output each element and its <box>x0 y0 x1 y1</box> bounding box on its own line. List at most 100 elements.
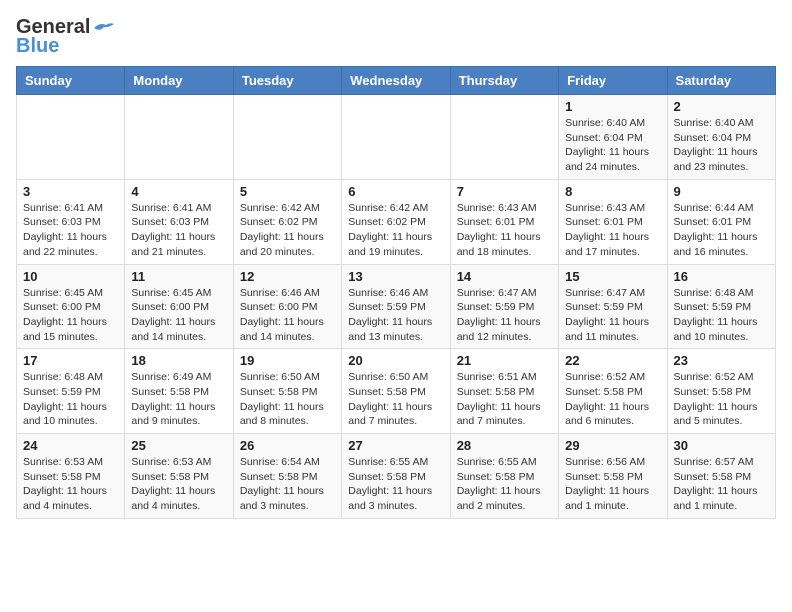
day-detail: Sunrise: 6:54 AM Sunset: 5:58 PM Dayligh… <box>240 455 335 514</box>
calendar-cell: 17 Sunrise: 6:48 AM Sunset: 5:59 PM Dayli… <box>17 349 125 434</box>
day-number: 18 <box>131 353 226 368</box>
calendar-cell: 19 Sunrise: 6:50 AM Sunset: 5:58 PM Dayli… <box>233 349 341 434</box>
calendar-cell <box>17 95 125 180</box>
day-detail: Sunrise: 6:43 AM Sunset: 6:01 PM Dayligh… <box>565 201 660 260</box>
day-detail: Sunrise: 6:45 AM Sunset: 6:00 PM Dayligh… <box>23 286 118 345</box>
day-detail: Sunrise: 6:48 AM Sunset: 5:59 PM Dayligh… <box>23 370 118 429</box>
day-number: 25 <box>131 438 226 453</box>
calendar-cell: 10Sunrise: 6:45 AM Sunset: 6:00 PM Dayli… <box>17 264 125 349</box>
day-detail: Sunrise: 6:40 AM Sunset: 6:04 PM Dayligh… <box>565 116 660 175</box>
day-detail: Sunrise: 6:53 AM Sunset: 5:58 PM Dayligh… <box>131 455 226 514</box>
day-detail: Sunrise: 6:46 AM Sunset: 6:00 PM Dayligh… <box>240 286 335 345</box>
day-number: 29 <box>565 438 660 453</box>
day-detail: Sunrise: 6:44 AM Sunset: 6:01 PM Dayligh… <box>674 201 769 260</box>
weekday-header: Monday <box>125 67 233 95</box>
day-detail: Sunrise: 6:51 AM Sunset: 5:58 PM Dayligh… <box>457 370 552 429</box>
calendar-cell <box>125 95 233 180</box>
day-detail: Sunrise: 6:49 AM Sunset: 5:58 PM Dayligh… <box>131 370 226 429</box>
day-number: 22 <box>565 353 660 368</box>
day-detail: Sunrise: 6:53 AM Sunset: 5:58 PM Dayligh… <box>23 455 118 514</box>
calendar-cell: 12 Sunrise: 6:46 AM Sunset: 6:00 PM Dayli… <box>233 264 341 349</box>
day-number: 21 <box>457 353 552 368</box>
calendar-cell: 9 Sunrise: 6:44 AM Sunset: 6:01 PM Daylig… <box>667 179 775 264</box>
day-detail: Sunrise: 6:55 AM Sunset: 5:58 PM Dayligh… <box>457 455 552 514</box>
day-detail: Sunrise: 6:50 AM Sunset: 5:58 PM Dayligh… <box>240 370 335 429</box>
weekday-header: Tuesday <box>233 67 341 95</box>
calendar-cell: 27Sunrise: 6:55 AM Sunset: 5:58 PM Dayli… <box>342 434 450 519</box>
calendar-cell: 2 Sunrise: 6:40 AM Sunset: 6:04 PM Daylig… <box>667 95 775 180</box>
day-number: 17 <box>23 353 118 368</box>
calendar-cell: 20 Sunrise: 6:50 AM Sunset: 5:58 PM Dayli… <box>342 349 450 434</box>
calendar-cell <box>233 95 341 180</box>
day-detail: Sunrise: 6:48 AM Sunset: 5:59 PM Dayligh… <box>674 286 769 345</box>
logo-blue: Blue <box>16 35 59 58</box>
day-detail: Sunrise: 6:42 AM Sunset: 6:02 PM Dayligh… <box>240 201 335 260</box>
day-number: 3 <box>23 184 118 199</box>
weekday-header: Friday <box>559 67 667 95</box>
day-number: 19 <box>240 353 335 368</box>
calendar-cell: 21 Sunrise: 6:51 AM Sunset: 5:58 PM Dayli… <box>450 349 558 434</box>
day-number: 8 <box>565 184 660 199</box>
calendar-cell: 25 Sunrise: 6:53 AM Sunset: 5:58 PM Dayli… <box>125 434 233 519</box>
calendar-week-row: 3 Sunrise: 6:41 AM Sunset: 6:03 PM Daylig… <box>17 179 776 264</box>
weekday-header: Thursday <box>450 67 558 95</box>
day-number: 14 <box>457 269 552 284</box>
day-detail: Sunrise: 6:55 AM Sunset: 5:58 PM Dayligh… <box>348 455 443 514</box>
logo: General Blue <box>16 16 114 58</box>
calendar-cell <box>342 95 450 180</box>
day-detail: Sunrise: 6:52 AM Sunset: 5:58 PM Dayligh… <box>565 370 660 429</box>
day-detail: Sunrise: 6:42 AM Sunset: 6:02 PM Dayligh… <box>348 201 443 260</box>
day-detail: Sunrise: 6:46 AM Sunset: 5:59 PM Dayligh… <box>348 286 443 345</box>
day-number: 7 <box>457 184 552 199</box>
calendar-cell: 4Sunrise: 6:41 AM Sunset: 6:03 PM Daylig… <box>125 179 233 264</box>
day-detail: Sunrise: 6:57 AM Sunset: 5:58 PM Dayligh… <box>674 455 769 514</box>
calendar-cell: 5 Sunrise: 6:42 AM Sunset: 6:02 PM Daylig… <box>233 179 341 264</box>
logo-bird-icon <box>92 20 114 36</box>
day-number: 9 <box>674 184 769 199</box>
day-number: 13 <box>348 269 443 284</box>
day-detail: Sunrise: 6:45 AM Sunset: 6:00 PM Dayligh… <box>131 286 226 345</box>
calendar-cell: 15Sunrise: 6:47 AM Sunset: 5:59 PM Dayli… <box>559 264 667 349</box>
day-detail: Sunrise: 6:43 AM Sunset: 6:01 PM Dayligh… <box>457 201 552 260</box>
calendar-cell: 28 Sunrise: 6:55 AM Sunset: 5:58 PM Dayli… <box>450 434 558 519</box>
day-number: 23 <box>674 353 769 368</box>
day-number: 11 <box>131 269 226 284</box>
calendar-week-row: 10Sunrise: 6:45 AM Sunset: 6:00 PM Dayli… <box>17 264 776 349</box>
day-number: 4 <box>131 184 226 199</box>
calendar-cell: 30 Sunrise: 6:57 AM Sunset: 5:58 PM Dayli… <box>667 434 775 519</box>
day-number: 20 <box>348 353 443 368</box>
calendar-cell: 14 Sunrise: 6:47 AM Sunset: 5:59 PM Dayli… <box>450 264 558 349</box>
day-number: 2 <box>674 99 769 114</box>
calendar-cell: 3 Sunrise: 6:41 AM Sunset: 6:03 PM Daylig… <box>17 179 125 264</box>
day-number: 1 <box>565 99 660 114</box>
day-number: 30 <box>674 438 769 453</box>
day-detail: Sunrise: 6:41 AM Sunset: 6:03 PM Dayligh… <box>23 201 118 260</box>
calendar-cell: 18 Sunrise: 6:49 AM Sunset: 5:58 PM Dayli… <box>125 349 233 434</box>
calendar-week-row: 24 Sunrise: 6:53 AM Sunset: 5:58 PM Dayli… <box>17 434 776 519</box>
calendar-header-row: SundayMondayTuesdayWednesdayThursdayFrid… <box>17 67 776 95</box>
day-number: 24 <box>23 438 118 453</box>
day-detail: Sunrise: 6:47 AM Sunset: 5:59 PM Dayligh… <box>565 286 660 345</box>
calendar-cell <box>450 95 558 180</box>
calendar-cell: 11 Sunrise: 6:45 AM Sunset: 6:00 PM Dayli… <box>125 264 233 349</box>
day-detail: Sunrise: 6:56 AM Sunset: 5:58 PM Dayligh… <box>565 455 660 514</box>
weekday-header: Saturday <box>667 67 775 95</box>
day-number: 16 <box>674 269 769 284</box>
day-number: 6 <box>348 184 443 199</box>
weekday-header: Sunday <box>17 67 125 95</box>
day-number: 5 <box>240 184 335 199</box>
day-number: 28 <box>457 438 552 453</box>
calendar-cell: 26 Sunrise: 6:54 AM Sunset: 5:58 PM Dayli… <box>233 434 341 519</box>
calendar-cell: 1 Sunrise: 6:40 AM Sunset: 6:04 PM Daylig… <box>559 95 667 180</box>
day-number: 26 <box>240 438 335 453</box>
day-detail: Sunrise: 6:47 AM Sunset: 5:59 PM Dayligh… <box>457 286 552 345</box>
day-number: 12 <box>240 269 335 284</box>
calendar-cell: 7 Sunrise: 6:43 AM Sunset: 6:01 PM Daylig… <box>450 179 558 264</box>
calendar-cell: 13 Sunrise: 6:46 AM Sunset: 5:59 PM Dayli… <box>342 264 450 349</box>
day-detail: Sunrise: 6:50 AM Sunset: 5:58 PM Dayligh… <box>348 370 443 429</box>
day-detail: Sunrise: 6:40 AM Sunset: 6:04 PM Dayligh… <box>674 116 769 175</box>
calendar-cell: 23 Sunrise: 6:52 AM Sunset: 5:58 PM Dayli… <box>667 349 775 434</box>
calendar-table: SundayMondayTuesdayWednesdayThursdayFrid… <box>16 66 776 519</box>
calendar-cell: 29 Sunrise: 6:56 AM Sunset: 5:58 PM Dayli… <box>559 434 667 519</box>
day-detail: Sunrise: 6:52 AM Sunset: 5:58 PM Dayligh… <box>674 370 769 429</box>
